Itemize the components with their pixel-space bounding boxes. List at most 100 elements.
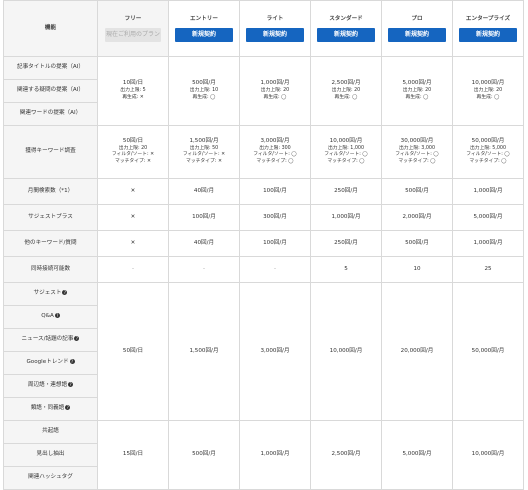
- cell-value: 30,000回/月: [400, 138, 434, 144]
- table-cell: 10: [381, 256, 453, 283]
- table-cell: -: [239, 256, 311, 283]
- table-cell: 3,000回/月: [239, 282, 311, 421]
- feature-google-trends: Googleトレンド?: [3, 351, 98, 375]
- cell-match: マッチタイプ: ◯: [469, 159, 507, 165]
- ai-cell-entry: 500回/月 出力上限: 10 再生成: ◯: [168, 56, 240, 126]
- table-cell: 15回/日: [97, 420, 169, 490]
- feature-related-hashtags: 関連ハッシュタグ: [3, 466, 98, 490]
- table-cell: 40回/月: [168, 230, 240, 257]
- feature-label: Q&A: [41, 313, 54, 320]
- cell-limit: 出力上限: 20: [473, 88, 503, 93]
- plan-header-standard: スタンダード 新規契約: [310, 0, 382, 57]
- cell-limit: 出力上限: 5: [120, 88, 146, 93]
- cell-regen: 再生成: ◯: [334, 94, 358, 100]
- feature-ai-related-words: 関連ワードの提案（AI）: [3, 102, 98, 126]
- plan-name: フリー: [124, 15, 142, 22]
- cell-value: 1,500回/月: [189, 138, 219, 144]
- ai-cell-free: 10回/日 出力上限: 5 再生成: ✕: [97, 56, 169, 126]
- kw-cell-enterprise: 50,000回/月 出力上限: 5,000 フィルタ/ソート: ◯ マッチタイプ: ◯: [452, 125, 524, 179]
- ai-cell-pro: 5,000回/月 出力上限: 20 再生成: ◯: [381, 56, 453, 126]
- ai-cell-light: 1,000回/月 出力上限: 20 再生成: ◯: [239, 56, 311, 126]
- cell-value: 50,000回/月: [471, 138, 505, 144]
- feature-ai-questions: 関連する疑問の提案（AI）: [3, 79, 98, 103]
- table-cell: 1,000回/月: [452, 178, 524, 205]
- kw-cell-free: 50回/日 出力上限: 20 フィルタ/ソート: ✕ マッチタイプ: ✕: [97, 125, 169, 179]
- table-cell: ✕: [97, 230, 169, 257]
- table-cell: 1,000回/月: [310, 204, 382, 231]
- plan-name: スタンダード: [329, 15, 363, 22]
- plan-header-entry: エントリー 新規契約: [168, 0, 240, 57]
- table-cell: 20,000回/月: [381, 282, 453, 421]
- question-circle-icon[interactable]: ?: [68, 382, 74, 388]
- table-cell: 250回/月: [310, 178, 382, 205]
- feature-label: 類語・同義語: [30, 405, 65, 412]
- plan-header-free: フリー 現在ご利用のプラン: [97, 0, 169, 57]
- cell-value: 5,000回/月: [402, 80, 432, 87]
- plan-header-pro: プロ 新規契約: [381, 0, 453, 57]
- feature-ai-title: 記事タイトルの提案（AI）: [3, 56, 98, 80]
- cell-regen: 再生成: ✕: [122, 94, 144, 100]
- question-circle-icon[interactable]: ?: [54, 313, 60, 319]
- table-cell: 50回/日: [97, 282, 169, 421]
- question-circle-icon[interactable]: ?: [69, 359, 75, 365]
- table-cell: 5,000回/月: [452, 204, 524, 231]
- table-cell: 5,000回/月: [381, 420, 453, 490]
- cell-match: マッチタイプ: ◯: [256, 159, 294, 165]
- feature-qa: Q&A?: [3, 305, 98, 329]
- current-plan-button: 現在ご利用のプラン: [105, 27, 161, 42]
- feature-label: ニュース/話題の記事: [21, 336, 74, 343]
- cell-limit: 出力上限: 20: [402, 88, 432, 93]
- table-cell: 2,500回/月: [310, 420, 382, 490]
- new-contract-button-pro[interactable]: 新規契約: [388, 27, 446, 42]
- plan-name: エントリー: [190, 15, 218, 22]
- table-cell: 40回/月: [168, 178, 240, 205]
- cell-match: マッチタイプ: ◯: [327, 159, 365, 165]
- table-cell: 50,000回/月: [452, 282, 524, 421]
- table-cell: 250回/月: [310, 230, 382, 257]
- question-circle-icon[interactable]: ?: [65, 405, 71, 411]
- table-cell: 500回/月: [168, 420, 240, 490]
- question-circle-icon[interactable]: ?: [74, 336, 80, 342]
- cell-value: 10回/日: [122, 80, 144, 87]
- kw-cell-entry: 1,500回/月 出力上限: 50 フィルタ/ソート: ✕ マッチタイプ: ✕: [168, 125, 240, 179]
- cell-value: 1,000回/月: [260, 80, 290, 87]
- feature-heading-extraction: 見出し抽出: [3, 443, 98, 467]
- cell-regen: 再生成: ◯: [192, 94, 216, 100]
- feature-keyword-research: 獲得キーワード調査: [3, 125, 98, 179]
- table-cell: 100回/月: [239, 230, 311, 257]
- table-cell: ✕: [97, 204, 169, 231]
- new-contract-button-entry[interactable]: 新規契約: [175, 27, 233, 42]
- new-contract-button-light[interactable]: 新規契約: [246, 27, 304, 42]
- feature-label: 周辺語・連想語: [27, 382, 68, 389]
- cell-value: 2,500回/月: [331, 80, 361, 87]
- plan-header-light: ライト 新規契約: [239, 0, 311, 57]
- feature-other-keywords: 他のキーワード/質問: [3, 230, 98, 257]
- feature-monthly-search-volume: 月間検索数（*1）: [3, 178, 98, 205]
- plan-name: プロ: [411, 15, 423, 22]
- cell-regen: 再生成: ◯: [405, 94, 429, 100]
- cell-value: 10,000回/月: [329, 138, 363, 144]
- plan-name: ライト: [266, 15, 284, 22]
- new-contract-button-enterprise[interactable]: 新規契約: [459, 27, 517, 42]
- cell-regen: 再生成: ◯: [476, 94, 500, 100]
- feature-suggest-plus: サジェストプラス: [3, 204, 98, 231]
- table-cell: 25: [452, 256, 524, 283]
- question-circle-icon[interactable]: ?: [62, 290, 68, 296]
- kw-cell-pro: 30,000回/月 出力上限: 3,000 フィルタ/ソート: ◯ マッチタイプ: ◯: [381, 125, 453, 179]
- cell-value: 500回/月: [192, 80, 216, 87]
- table-cell: 100回/月: [239, 178, 311, 205]
- new-contract-button-standard[interactable]: 新規契約: [317, 27, 375, 42]
- table-cell: 2,000回/月: [381, 204, 453, 231]
- table-cell: 1,000回/月: [239, 420, 311, 490]
- feature-concurrent-connections: 同時接続可能数: [3, 256, 98, 283]
- feature-associated-words: 周辺語・連想語?: [3, 374, 98, 398]
- cell-limit: 出力上限: 10: [189, 88, 219, 93]
- feature-news: ニュース/話題の記事?: [3, 328, 98, 352]
- feature-label: Googleトレンド: [26, 359, 69, 366]
- cell-value: 10,000回/月: [471, 80, 505, 87]
- table-cell: ✕: [97, 178, 169, 205]
- table-cell: 10,000回/月: [452, 420, 524, 490]
- table-cell: 10,000回/月: [310, 282, 382, 421]
- ai-cell-standard: 2,500回/月 出力上限: 20 再生成: ◯: [310, 56, 382, 126]
- table-cell: 500回/月: [381, 178, 453, 205]
